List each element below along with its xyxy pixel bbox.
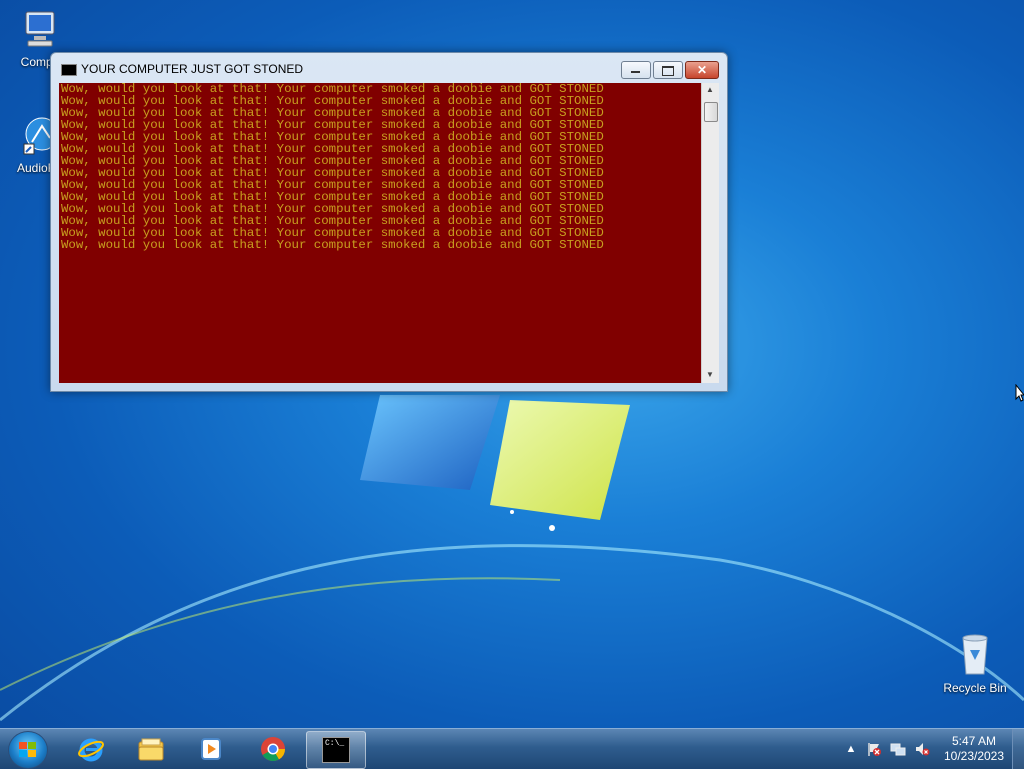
clock-time: 5:47 AM (951, 734, 997, 748)
file-explorer-icon (138, 738, 164, 761)
show-hidden-icons-icon[interactable]: ▲ (843, 741, 859, 757)
console-app-icon (61, 64, 77, 76)
computer-icon (25, 11, 55, 47)
scroll-thumb[interactable] (704, 102, 718, 122)
clock-date: 10/23/2023 (943, 749, 1005, 763)
window-title: YOUR COMPUTER JUST GOT STONED (81, 62, 304, 76)
taskbar-media-player[interactable] (182, 731, 240, 767)
close-icon: ✕ (696, 63, 708, 77)
taskbar-chrome[interactable] (244, 731, 302, 767)
minimize-button[interactable] (621, 61, 651, 79)
minimize-icon (631, 71, 640, 73)
vertical-scrollbar[interactable]: ▲ ▼ (701, 83, 719, 383)
show-desktop-button[interactable] (1012, 729, 1024, 769)
scroll-down-icon[interactable]: ▼ (705, 371, 715, 379)
taskbar-internet-explorer[interactable] (62, 731, 120, 767)
internet-explorer-icon (78, 738, 104, 762)
console-window[interactable]: YOUR COMPUTER JUST GOT STONED ✕ Wow, wou… (50, 52, 728, 392)
action-center-flag-icon[interactable] (866, 741, 882, 757)
recycle-bin-label: Recycle Bin (943, 681, 1007, 695)
recycle-bin-icon (962, 634, 988, 675)
scroll-up-icon[interactable]: ▲ (705, 86, 715, 94)
command-prompt-icon: C:\_ (322, 737, 350, 763)
media-player-icon (201, 738, 221, 760)
volume-muted-icon[interactable] (914, 741, 930, 757)
mouse-cursor-icon (1015, 384, 1024, 402)
windows-flag-icon (19, 742, 37, 758)
console-line: Wow, would you look at that! Your comput… (61, 238, 604, 252)
system-clock[interactable]: 5:47 AM 10/23/2023 (940, 734, 1008, 764)
window-titlebar[interactable]: YOUR COMPUTER JUST GOT STONED ✕ (51, 53, 727, 83)
maximize-icon (662, 66, 674, 76)
close-button[interactable]: ✕ (685, 61, 719, 79)
maximize-button[interactable] (653, 61, 683, 79)
recycle-bin[interactable]: Recycle Bin (935, 632, 1015, 695)
taskbar-file-explorer[interactable] (122, 731, 180, 767)
network-icon[interactable] (890, 741, 906, 757)
start-button[interactable] (8, 731, 48, 769)
console-output[interactable]: Wow, would you look at that! Your comput… (59, 83, 703, 383)
taskbar: C:\_ ▲ 5:47 AM 10/23/2023 (0, 728, 1024, 769)
chrome-icon (261, 737, 285, 762)
taskbar-command-prompt[interactable]: C:\_ (306, 731, 366, 769)
